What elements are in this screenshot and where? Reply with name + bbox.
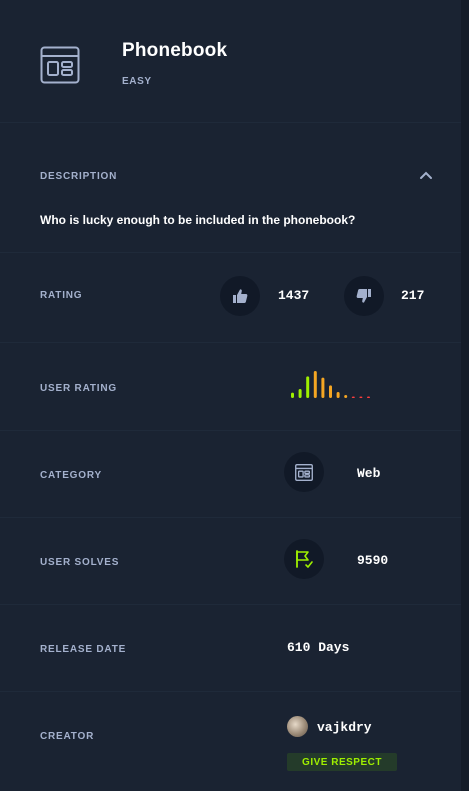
description-label: DESCRIPTION [40, 171, 118, 182]
rating-bar [298, 389, 302, 398]
give-respect-button[interactable]: GIVE RESPECT [287, 753, 397, 771]
thumbs-down-button[interactable] [344, 276, 384, 316]
release-date-value: 610 Days [287, 640, 350, 655]
divider [0, 122, 461, 123]
thumbs-up-button[interactable] [220, 276, 260, 316]
rating-bar [344, 395, 348, 398]
likes-count: 1437 [278, 288, 310, 303]
creator-name[interactable]: vajkdry [317, 720, 372, 735]
divider [0, 430, 461, 431]
divider [0, 691, 461, 692]
rating-bar [359, 396, 363, 398]
divider [0, 517, 461, 518]
web-window-icon [40, 46, 80, 84]
divider [0, 252, 461, 253]
chevron-up-icon[interactable] [418, 168, 434, 182]
category-label: CATEGORY [40, 470, 102, 481]
divider [0, 604, 461, 605]
thumbs-up-icon [233, 289, 248, 303]
difficulty-label: EASY [122, 76, 152, 87]
release-date-label: RELEASE DATE [40, 644, 127, 655]
category-value: Web [357, 466, 381, 481]
rating-bar [367, 396, 370, 398]
rating-bar [336, 392, 340, 398]
rating-bar [321, 377, 325, 398]
user-rating-label: USER RATING [40, 383, 117, 394]
rating-bar [329, 385, 332, 398]
rating-bar [351, 396, 355, 398]
challenge-title: Phonebook [122, 40, 228, 61]
rating-bar [306, 376, 310, 398]
rating-label: RATING [40, 290, 83, 301]
creator-label: CREATOR [40, 731, 95, 742]
flag-icon [296, 550, 313, 568]
thumbs-down-icon [356, 289, 371, 303]
user-solves-label: USER SOLVES [40, 557, 120, 568]
user-solves-value: 9590 [357, 553, 389, 568]
divider [0, 342, 461, 343]
web-window-icon [295, 463, 313, 481]
solves-icon-badge [284, 539, 324, 579]
user-rating-distribution [291, 371, 370, 398]
category-icon-badge [284, 452, 324, 492]
dislikes-count: 217 [401, 288, 425, 303]
challenge-details-panel: Phonebook EASY DESCRIPTION Who is lucky … [0, 0, 461, 791]
rating-bar [291, 392, 294, 398]
creator-avatar[interactable] [287, 716, 308, 737]
rating-bar [313, 371, 317, 398]
scrollbar-track[interactable] [461, 0, 469, 791]
description-text: Who is lucky enough to be included in th… [40, 213, 356, 227]
